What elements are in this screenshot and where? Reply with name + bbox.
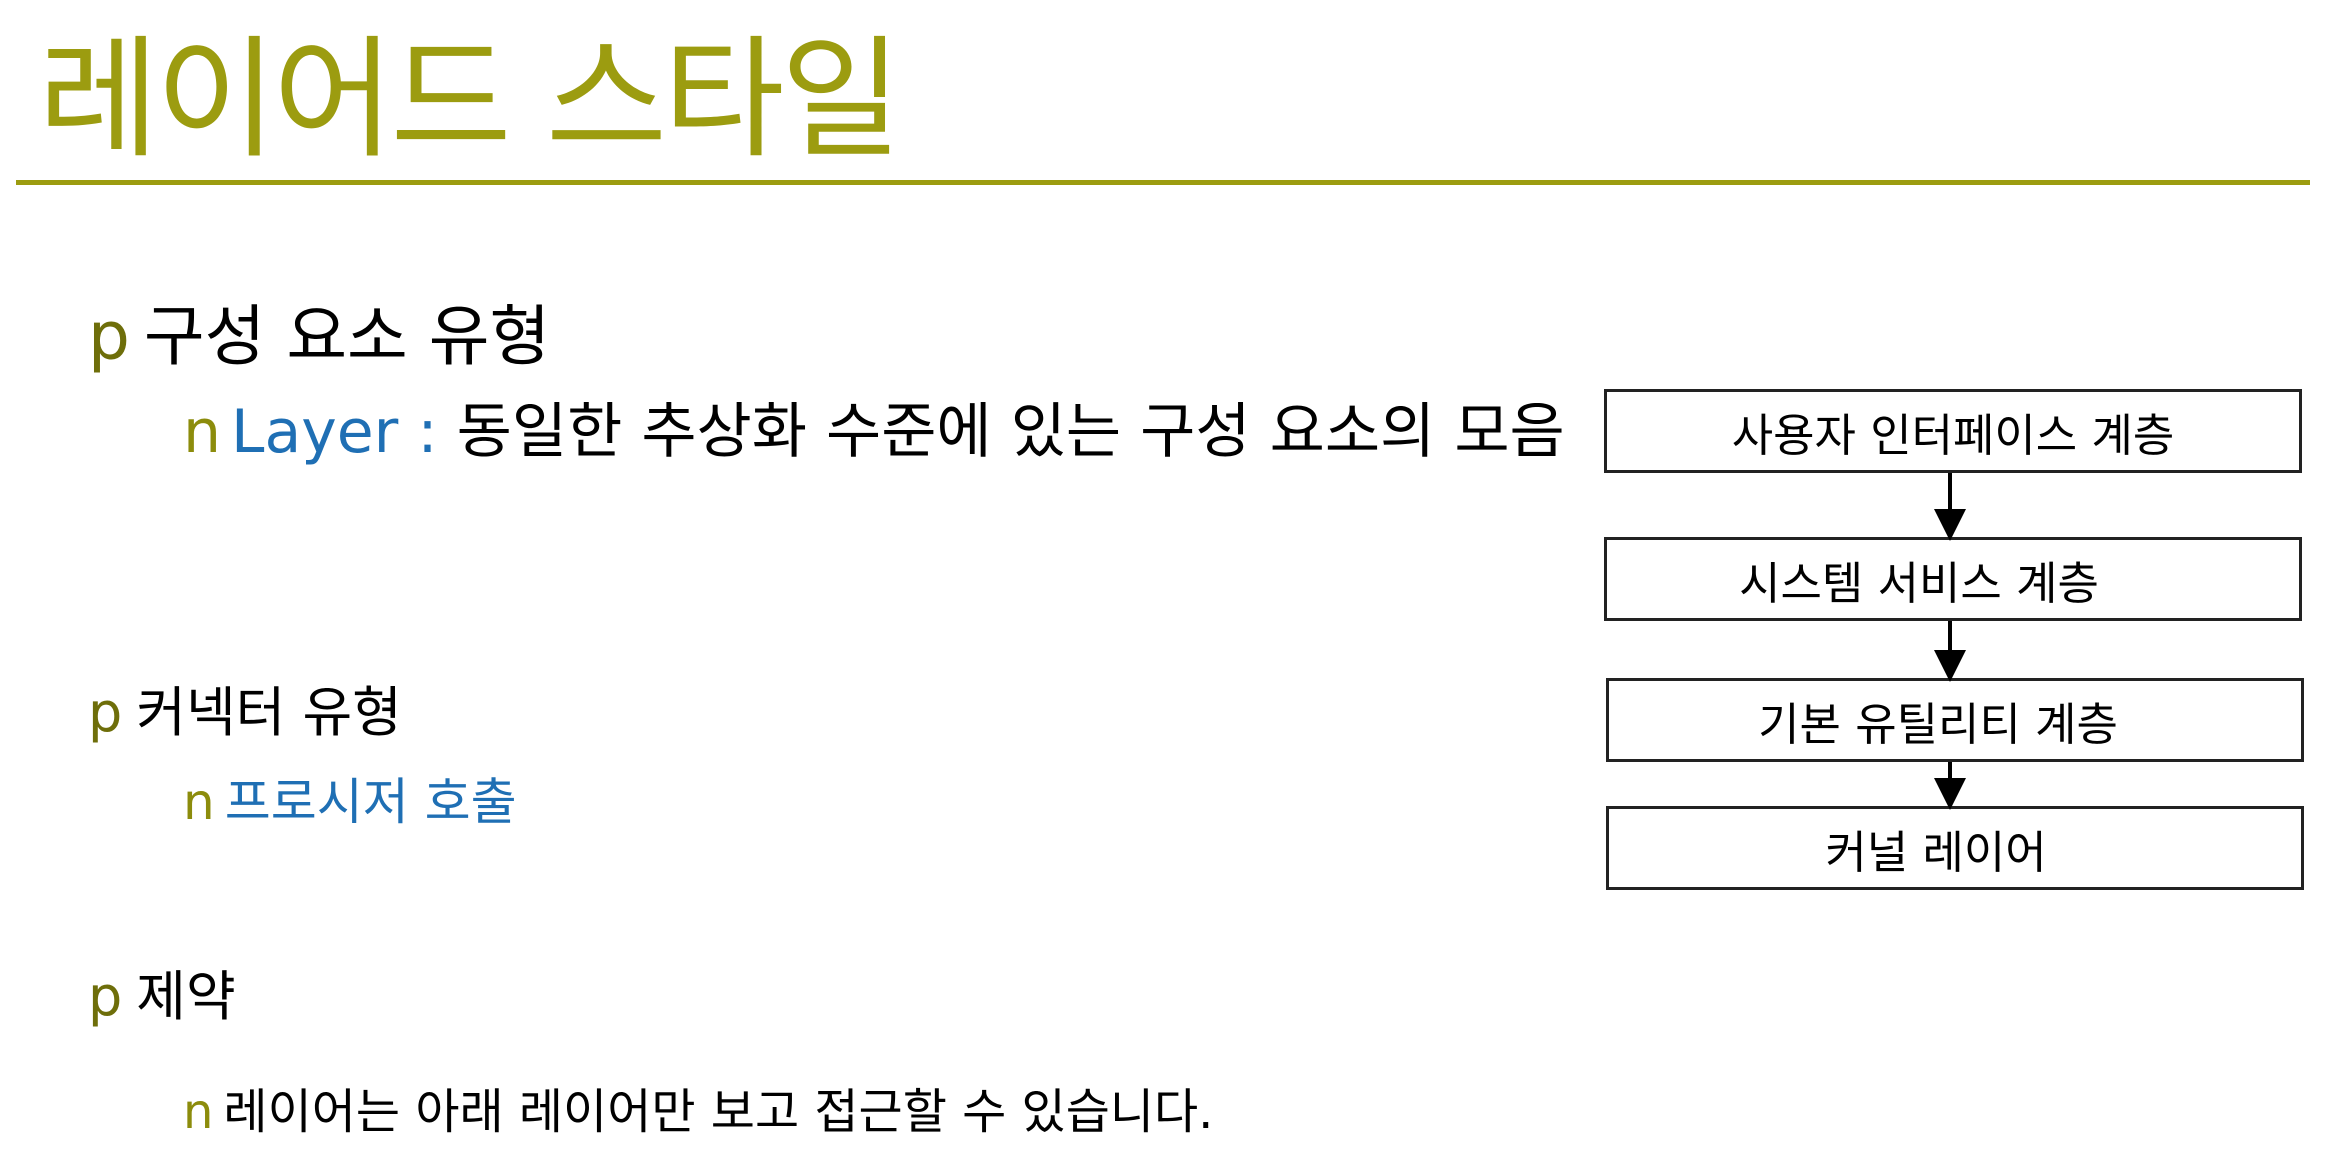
layer-box-kernel: 커널 레이어	[1606, 806, 2304, 890]
layer-label: 기본 유틸리티 계층	[1758, 697, 2118, 751]
bullet-component-types: p 구성 요소 유형	[88, 283, 550, 379]
sub-bullet-marker: n	[183, 773, 215, 831]
term-layer: Layer :	[231, 397, 438, 467]
layer-label: 사용자 인터페이스 계층	[1731, 408, 2175, 462]
bullet-heading: 제약	[136, 965, 236, 1028]
layer-label: 커널 레이어	[1825, 825, 2047, 879]
bullet-connector-types: p 커넥터 유형	[88, 668, 402, 747]
layer-box-system-services: 시스템 서비스 계층	[1604, 537, 2302, 621]
bullet-marker: p	[88, 681, 123, 744]
constraint-text: 레이어는 아래 레이어만 보고 접근할 수 있습니다.	[223, 1084, 1214, 1140]
bullet-heading: 구성 요소 유형	[143, 298, 551, 375]
layer-definition-text: 동일한 추상화 수준에 있는 구성 요소의 모음	[437, 397, 1565, 467]
layer-label: 시스템 서비스 계층	[1739, 556, 2099, 610]
slide-title: 레이어드 스타일	[38, 23, 902, 177]
sub-bullet-marker: n	[183, 1084, 214, 1140]
layer-box-user-interface: 사용자 인터페이스 계층	[1604, 389, 2302, 473]
term-procedure-call: 프로시저 호출	[224, 773, 517, 831]
sub-bullet-constraint-text: n 레이어는 아래 레이어만 보고 접근할 수 있습니다.	[183, 1072, 1213, 1142]
bullet-constraints: p 제약	[88, 952, 236, 1031]
bullet-marker: p	[88, 298, 130, 375]
sub-bullet-layer-definition: n Layer : 동일한 추상화 수준에 있는 구성 요소의 모음	[183, 383, 1565, 470]
layer-box-basic-utilities: 기본 유틸리티 계층	[1606, 678, 2304, 762]
sub-bullet-procedure-call: n 프로시저 호출	[183, 762, 517, 834]
title-underline	[16, 180, 2310, 185]
bullet-heading: 커넥터 유형	[136, 681, 402, 744]
bullet-marker: p	[88, 965, 123, 1028]
sub-bullet-marker: n	[183, 397, 222, 467]
